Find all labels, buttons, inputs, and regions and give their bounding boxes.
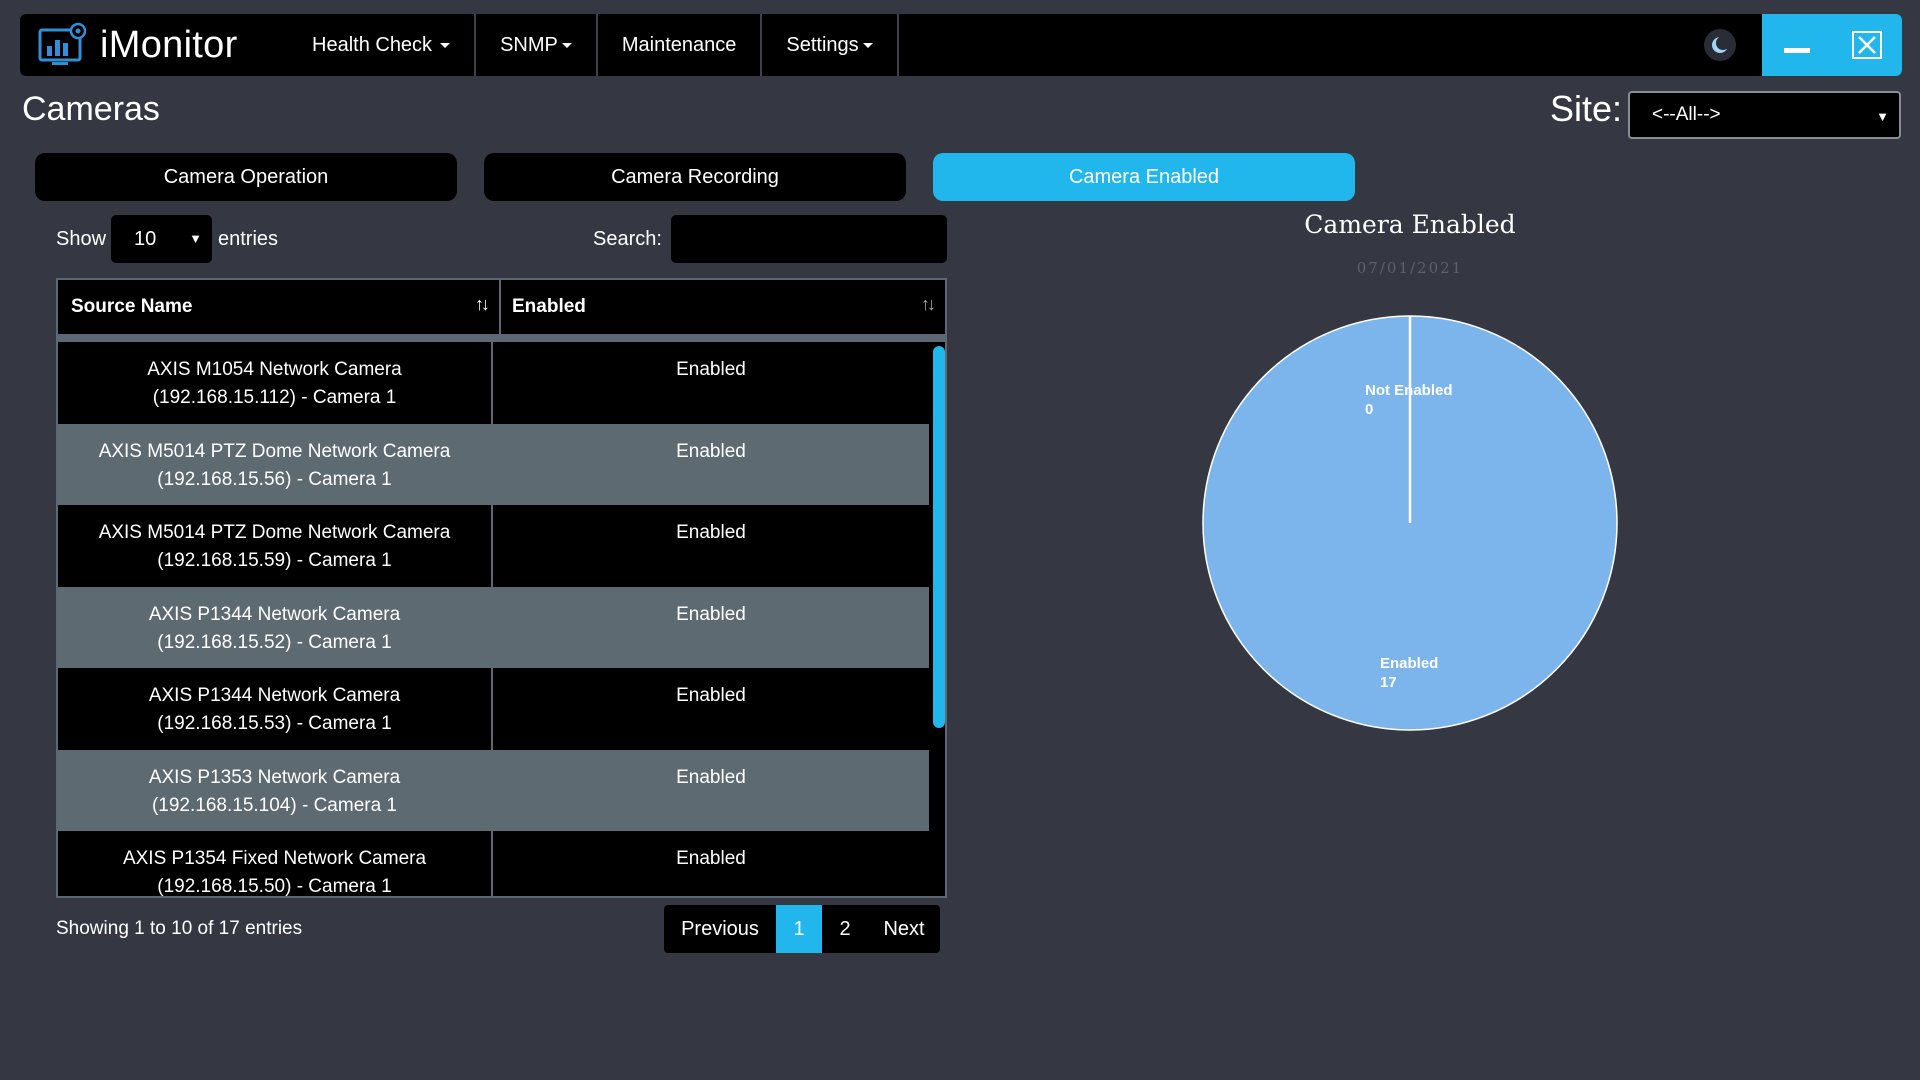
cell-text: AXIS P1344 Network Camera [148,685,401,706]
caret-down-icon: ▼ [189,231,202,246]
tab-camera-operation[interactable]: Camera Operation [35,153,457,201]
caret-down-icon [862,42,873,48]
table-body: AXIS M1054 Network Camera (192.168.15.112… [58,342,929,897]
menu-label: Health Check [312,33,433,56]
cell-text: AXIS M5014 PTZ Dome Network Camera [98,522,451,543]
entries-select-value: 10 [134,227,157,250]
table-row[interactable]: AXIS P1344 Network Camera (192.168.15.52)… [58,586,929,669]
site-label: Site: [1550,88,1623,129]
menu-snmp[interactable]: SNMP [476,14,598,76]
menu-maintenance[interactable]: Maintenance [598,14,763,76]
pie-chart-svg: Not Enabled 0 Enabled 17 [1202,315,1618,731]
entries-label: entries [218,228,279,250]
menu-label: Settings [786,33,859,56]
page-2-button[interactable]: 2 [822,905,868,953]
column-header-label: Source Name [71,296,193,317]
table-row[interactable]: AXIS P1344 Network Camera (192.168.15.53)… [58,668,929,750]
cell-text: (192.168.15.59) - Camera 1 [157,550,392,571]
cell-text: AXIS M1054 Network Camera [147,359,402,380]
window-controls [1762,14,1902,76]
cell-enabled: Enabled [676,522,746,543]
cell-enabled: Enabled [676,359,746,380]
theme-toggle-button[interactable] [1704,29,1736,61]
pie-label-name: Not Enabled [1365,382,1453,399]
caret-down-icon [561,42,572,48]
cell-source-name: AXIS P1353 Network Camera (192.168.15.104… [58,750,493,832]
show-label: Show [56,228,107,250]
cell-text: (192.168.15.53) - Camera 1 [157,713,392,734]
tab-camera-recording[interactable]: Camera Recording [484,153,906,201]
table-info: Showing 1 to 10 of 17 entries [56,918,303,939]
table-header: Source Name ↑↓ Enabled ↑↓ [58,280,945,334]
site-select[interactable]: <--All--> ▼ [1628,91,1901,139]
camera-enabled-chart: Camera Enabled 07/01/2021 Not Enabled 0 En… [1180,200,1640,740]
table-scrollbar[interactable] [931,342,945,896]
cell-text: (192.168.15.104) - Camera 1 [151,794,398,816]
cell-text: AXIS P1354 Fixed Network Camera [122,848,427,869]
caret-down-icon: ▼ [1876,109,1889,124]
cell-text: (192.168.15.112) - Camera 1 [152,387,397,408]
cell-source-name: AXIS M1054 Network Camera (192.168.15.112… [58,342,493,424]
cell-enabled: Enabled [676,603,746,625]
cell-enabled: Enabled [676,848,746,869]
site-select-value: <--All--> [1652,104,1721,125]
table-row[interactable]: AXIS P1354 Fixed Network Camera (192.168.… [58,831,929,897]
pie-label-name: Enabled [1380,655,1438,672]
cell-text: (192.168.15.52) - Camera 1 [157,631,392,653]
tab-camera-enabled[interactable]: Camera Enabled [933,153,1355,201]
table-row[interactable]: AXIS M1054 Network Camera (192.168.15.112… [58,342,929,424]
table-row[interactable]: AXIS P1353 Network Camera (192.168.15.104… [58,749,929,832]
top-navbar: iMonitor Health Check SNMP Maintenance S… [20,14,1902,76]
table-row[interactable]: AXIS M5014 PTZ Dome Network Camera (192.1… [58,505,929,587]
page-title: Cameras [22,90,160,128]
column-header-source-name[interactable]: Source Name ↑↓ [58,280,501,334]
close-button[interactable] [1849,30,1885,60]
header-divider [58,334,945,342]
cell-enabled: Enabled [676,440,746,462]
brand[interactable]: iMonitor [38,14,238,76]
pagination: Previous 1 2 Next [664,905,940,953]
menu-label: SNMP [500,33,558,56]
monitor-logo-icon [38,22,87,65]
cell-enabled: Enabled [676,766,746,788]
cell-text: AXIS M5014 PTZ Dome Network Camera [98,440,451,462]
next-page-button[interactable]: Next [868,905,940,953]
column-header-label: Enabled [512,296,586,317]
cell-source-name: AXIS P1344 Network Camera (192.168.15.52)… [58,587,493,669]
cell-text: (192.168.15.50) - Camera 1 [157,876,392,897]
menu-health-check[interactable]: Health Check [288,14,477,76]
cell-source-name: AXIS P1344 Network Camera (192.168.15.53)… [58,668,493,750]
cell-source-name: AXIS P1354 Fixed Network Camera (192.168.… [58,831,493,897]
sort-icon: ↑↓ [475,294,490,314]
cameras-table: Source Name ↑↓ Enabled ↑↓ AXIS M1054 Net… [56,278,947,898]
cell-text: AXIS P1344 Network Camera [148,603,401,625]
cell-text: (192.168.15.56) - Camera 1 [157,468,392,490]
menu-label: Maintenance [621,33,737,56]
minimize-button[interactable] [1779,30,1815,60]
app-name: iMonitor [100,23,238,66]
previous-page-button[interactable]: Previous [664,905,776,953]
moon-icon [1712,36,1730,53]
pie-label-value: 0 [1365,401,1373,418]
page-1-button[interactable]: 1 [776,905,822,953]
minimize-icon [1784,47,1810,53]
menu-settings[interactable]: Settings [762,14,899,76]
cell-enabled: Enabled [676,685,746,706]
pie-label-value: 17 [1380,674,1397,691]
search-input[interactable] [671,215,947,263]
search-label: Search: [593,228,662,250]
entries-select[interactable]: 10 ▼ [111,215,212,263]
caret-down-icon [440,42,451,48]
cell-source-name: AXIS M5014 PTZ Dome Network Camera (192.1… [58,424,493,506]
close-icon [1852,31,1882,59]
table-row[interactable]: AXIS M5014 PTZ Dome Network Camera (192.1… [58,423,929,506]
sort-icon: ↑↓ [921,294,936,314]
scrollbar-thumb[interactable] [933,346,945,728]
cell-text: AXIS P1353 Network Camera [148,766,401,788]
column-header-enabled[interactable]: Enabled ↑↓ [501,280,945,334]
main-menu: Health Check SNMP Maintenance Settings [288,14,899,76]
cell-source-name: AXIS M5014 PTZ Dome Network Camera (192.1… [58,505,493,587]
